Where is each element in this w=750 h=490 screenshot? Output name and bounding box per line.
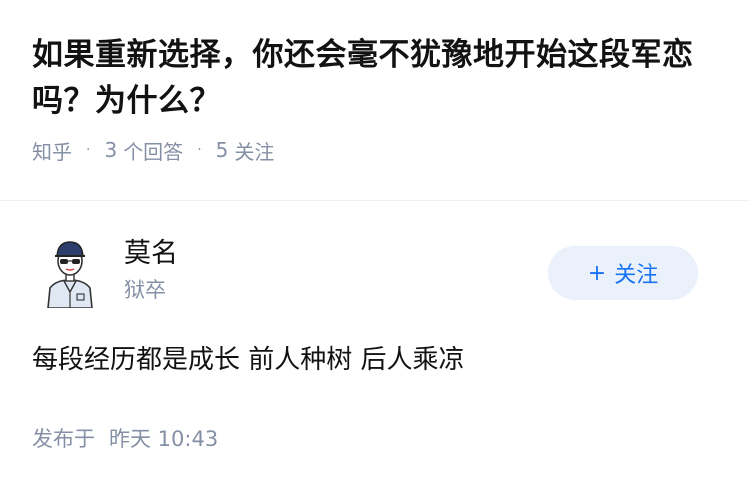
meta-separator: · [197,142,202,158]
published-label: 发布于 [32,427,95,451]
source-label[interactable]: 知乎 [32,136,72,165]
section-divider [0,200,750,201]
author-info: 莫名 狱卒 [124,236,178,306]
answer-content[interactable]: 每段经历都是成长 前人种树 后人乘凉 [32,340,718,380]
follow-count: 5 [215,138,229,162]
follow-count-label: 关注 [234,139,275,164]
published-time[interactable]: 昨天 10:43 [109,423,218,453]
meta-separator: · [86,142,91,158]
question-header: 如果重新选择，你还会毫不犹豫地开始这段军恋吗？为什么？ 知乎 · 3 个回答 ·… [32,32,722,164]
plus-icon: + [587,260,607,286]
follow-button-label: 关注 [614,263,659,288]
question-meta: 知乎 · 3 个回答 · 5 关注 [32,136,722,164]
answer-count-label: 个回答 [123,139,184,164]
answer-count: 3 [104,138,118,162]
question-title[interactable]: 如果重新选择，你还会毫不犹豫地开始这段军恋吗？为什么？ [32,32,722,124]
follow-button[interactable]: + 关注 [548,246,698,300]
answer-footer: 发布于 昨天 10:43 [32,422,218,454]
cartoon-avatar-icon[interactable] [42,236,98,309]
author-row: 莫名 狱卒 + 关注 [32,236,718,312]
author-headline: 狱卒 [124,278,166,302]
author-name[interactable]: 莫名 [124,236,178,272]
